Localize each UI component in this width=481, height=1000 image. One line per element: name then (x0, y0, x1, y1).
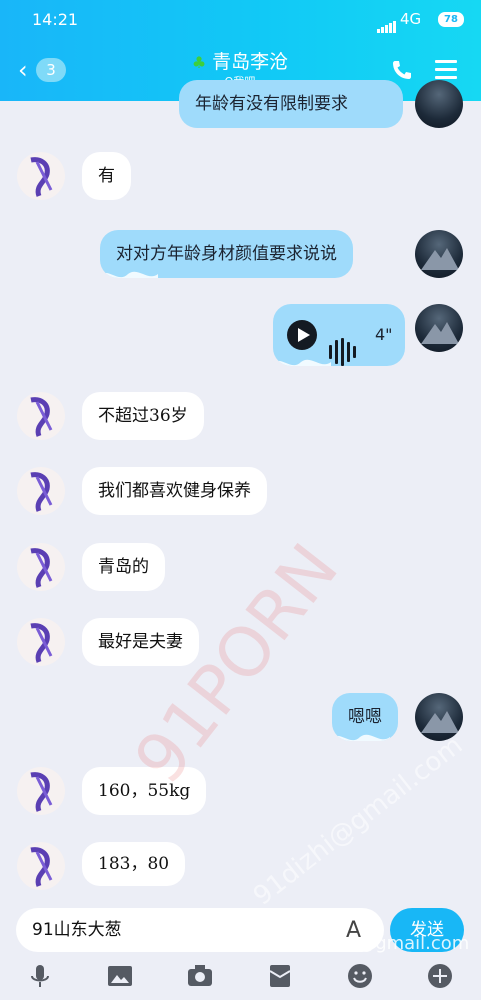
leaf-icon: ♣ (191, 53, 207, 72)
camera-icon[interactable] (186, 962, 214, 990)
message-bubble-received[interactable]: 最好是夫妻 (82, 618, 199, 666)
message-bubble-received[interactable]: 183，80 (82, 842, 186, 886)
signal-icon (377, 14, 397, 33)
watermark-email: 91dizhi@gmail.com (248, 730, 469, 912)
avatar[interactable] (17, 152, 65, 200)
avatar[interactable] (17, 392, 65, 440)
wave-decoration-icon (273, 359, 331, 366)
emoji-icon[interactable] (346, 962, 374, 990)
avatar[interactable] (17, 467, 65, 515)
phone-icon[interactable] (390, 58, 414, 82)
voice-message[interactable]: 4" (273, 304, 405, 366)
play-icon[interactable] (287, 320, 317, 350)
wave-decoration-icon (100, 271, 158, 278)
avatar[interactable] (17, 543, 65, 591)
network-type: 4G (400, 10, 422, 28)
voice-duration: 4" (375, 325, 393, 344)
avatar[interactable] (415, 693, 463, 741)
avatar[interactable] (415, 80, 463, 128)
microphone-icon[interactable] (26, 962, 54, 990)
message-text: 183，80 (98, 854, 170, 874)
message-text: 对对方年龄身材颜值要求说说 (116, 244, 337, 264)
message-text: 我们都喜欢健身保养 (98, 481, 251, 501)
red-packet-icon[interactable] (266, 962, 294, 990)
battery-icon: 78 (438, 12, 464, 27)
input-toolbar (0, 958, 481, 996)
wave-decoration-icon (332, 734, 390, 741)
plus-icon[interactable] (426, 962, 454, 990)
message-bubble-received[interactable]: 有 (82, 152, 131, 200)
message-text: 最好是夫妻 (98, 632, 183, 652)
message-text: 不超过36岁 (98, 406, 188, 426)
status-bar: 14:21 4G 78 (0, 0, 481, 40)
avatar[interactable] (415, 230, 463, 278)
message-text: 嗯嗯 (348, 707, 382, 727)
avatar[interactable] (17, 842, 65, 890)
avatar[interactable] (17, 618, 65, 666)
title-text: 青岛李沧 (212, 51, 289, 73)
avatar[interactable] (415, 304, 463, 352)
message-input-value: 91山东大葱 (32, 920, 122, 940)
back-button[interactable]: ‹ 3 (16, 58, 71, 84)
message-bubble-sent[interactable]: 对对方年龄身材颜值要求说说 (100, 230, 353, 278)
menu-icon[interactable] (435, 60, 457, 80)
avatar[interactable] (17, 767, 65, 815)
message-bubble-sent[interactable]: 嗯嗯 (332, 693, 398, 741)
message-bubble-sent[interactable]: 年龄有没有限制要求 (179, 80, 403, 128)
page-title: ♣ 青岛李沧 (150, 50, 330, 75)
message-bubble-received[interactable]: 青岛的 (82, 543, 165, 591)
unread-count-badge: 3 (36, 58, 66, 82)
voice-waveform-icon (329, 321, 359, 366)
message-text: 青岛的 (98, 557, 149, 577)
watermark-email-small: 91dizhi@gmail.com (292, 933, 470, 954)
chevron-left-icon: ‹ (18, 56, 28, 84)
message-text: 有 (98, 166, 115, 186)
message-bubble-received[interactable]: 不超过36岁 (82, 392, 204, 440)
message-bubble-received[interactable]: 我们都喜欢健身保养 (82, 467, 267, 515)
message-text: 年龄有没有限制要求 (195, 94, 348, 114)
image-icon[interactable] (106, 962, 134, 990)
clock: 14:21 (32, 10, 79, 29)
